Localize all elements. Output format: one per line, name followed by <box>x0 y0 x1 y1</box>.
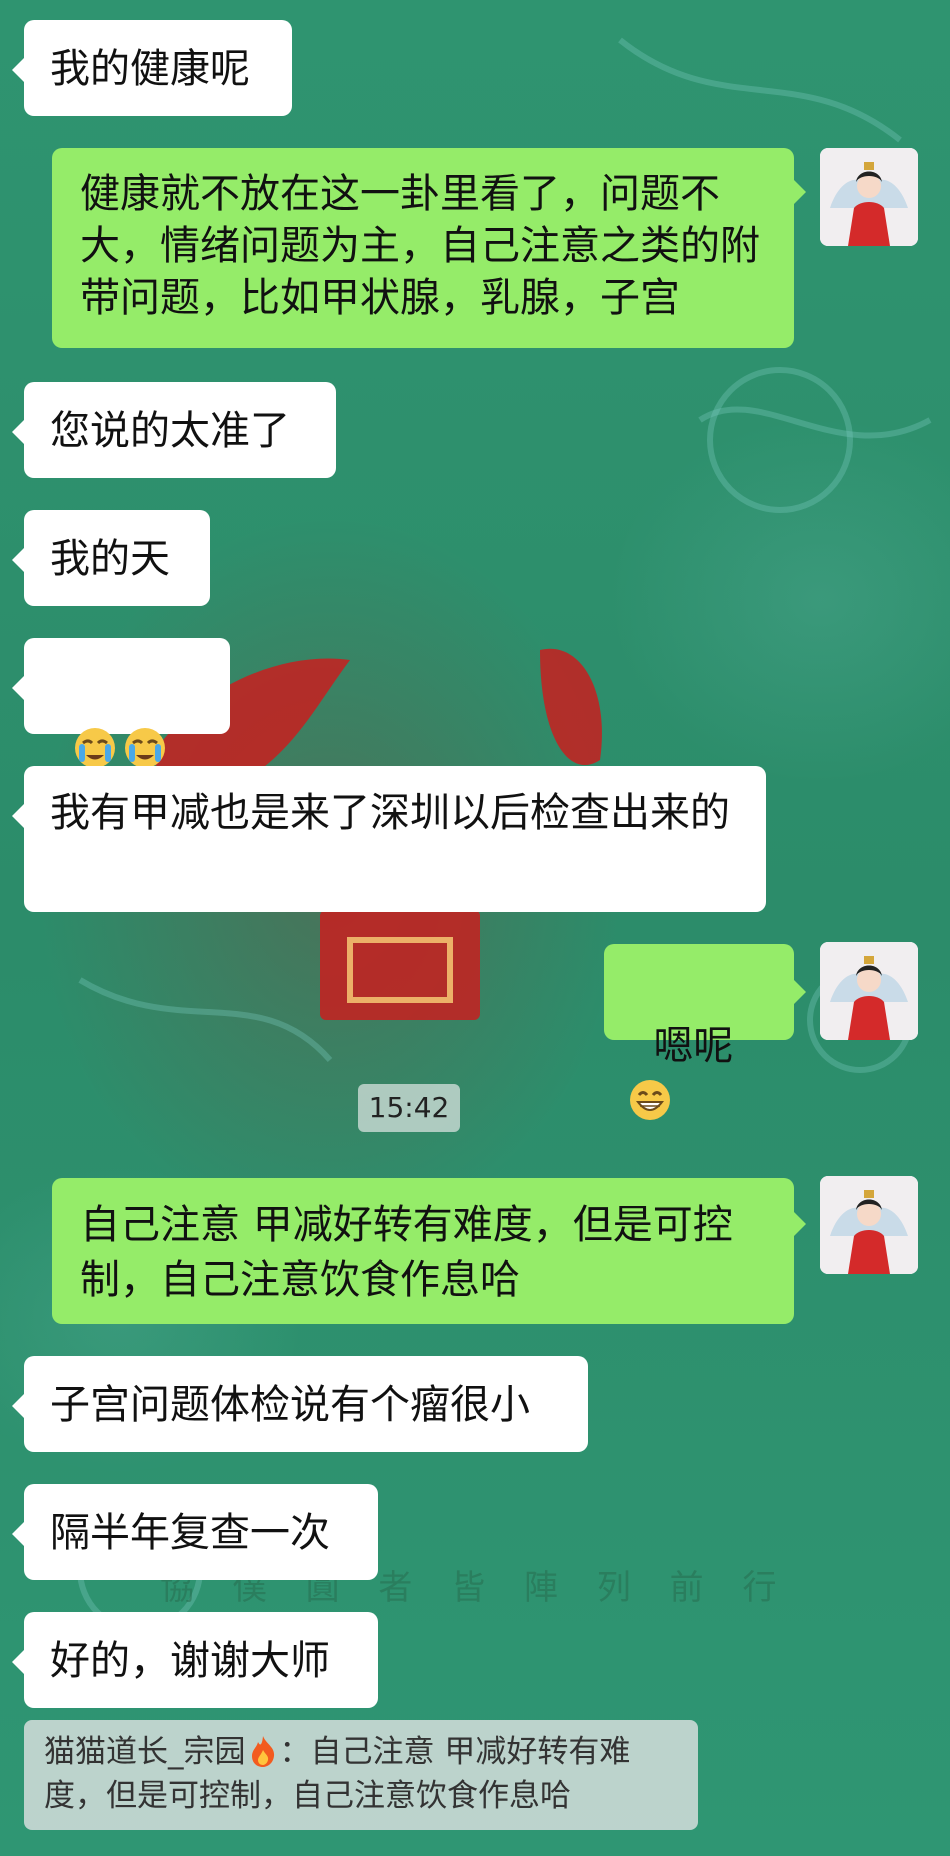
message-bubble[interactable]: 我的健康呢 <box>24 20 292 116</box>
quote-author: 猫猫道长_宗园 <box>44 1734 246 1770</box>
bubble-tail <box>12 420 24 444</box>
bubble-tail <box>794 980 806 1004</box>
message-bubble[interactable] <box>24 638 230 823</box>
fire-icon <box>251 1736 274 1767</box>
grinning-face-icon <box>630 1080 670 1120</box>
message-bubble[interactable]: 嗯呢 <box>604 944 794 1120</box>
message-bubble[interactable]: 健康就不放在这一卦里看了，问题不大，情绪问题为主，自己注意之类的附带问题，比如甲… <box>52 148 794 348</box>
avatar-icon <box>820 148 918 246</box>
timestamp-divider: 15:42 <box>358 1084 460 1132</box>
bubble-tail <box>12 58 24 82</box>
avatar-icon <box>820 1176 918 1274</box>
avatar[interactable] <box>820 1176 918 1274</box>
message-text: 嗯呢 <box>653 1023 734 1069</box>
bubble-tail <box>794 1212 806 1236</box>
loudly-crying-face-icon <box>75 728 116 768</box>
message-bubble[interactable]: 自己注意 甲减好转有难度，但是可控制，自己注意饮食作息哈 <box>52 1178 794 1324</box>
bubble-tail <box>12 804 24 828</box>
message-bubble[interactable]: 我有甲减也是来了深圳以后检查出来的 <box>24 766 766 912</box>
avatar-icon <box>820 942 918 1040</box>
avatar[interactable] <box>820 942 918 1040</box>
message-bubble[interactable]: 隔半年复查一次 <box>24 1484 378 1580</box>
bubble-tail <box>12 1394 24 1418</box>
message-bubble[interactable]: 您说的太准了 <box>24 382 336 478</box>
bubble-tail <box>12 1522 24 1546</box>
message-bubble[interactable]: 好的，谢谢大师 <box>24 1612 378 1708</box>
bubble-tail <box>12 1650 24 1674</box>
avatar[interactable] <box>820 148 918 246</box>
message-bubble[interactable]: 我的天 <box>24 510 210 606</box>
bubble-tail <box>794 180 806 204</box>
bubble-tail <box>12 548 24 572</box>
loudly-crying-face-icon <box>125 728 166 768</box>
bubble-tail <box>12 676 24 700</box>
quoted-message[interactable]: 猫猫道长_宗园 ：自己注意 甲减好转有难度，但是可控制，自己注意饮食作息哈 <box>24 1720 698 1830</box>
message-bubble[interactable]: 子宫问题体检说有个瘤很小 <box>24 1356 588 1452</box>
